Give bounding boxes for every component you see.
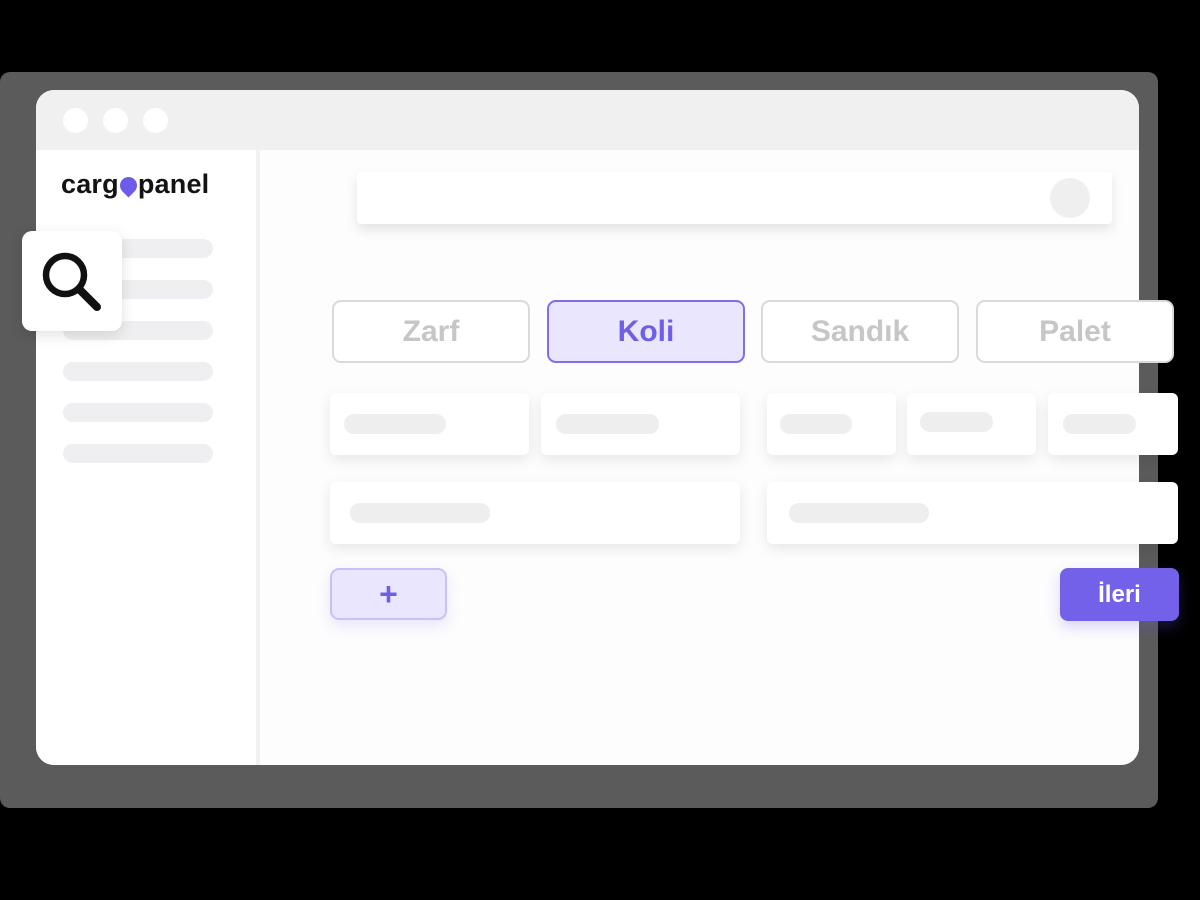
field-placeholder-bar xyxy=(789,503,929,523)
form-field[interactable] xyxy=(1048,393,1178,455)
form-field[interactable] xyxy=(767,393,896,455)
field-placeholder-bar xyxy=(556,414,659,434)
field-placeholder-bar xyxy=(780,414,852,434)
sidebar-item-placeholder[interactable] xyxy=(63,444,213,463)
form-field[interactable] xyxy=(907,393,1036,455)
window-titlebar xyxy=(36,90,1139,150)
form-field[interactable] xyxy=(330,482,740,544)
add-button[interactable]: + xyxy=(330,568,447,620)
form-field[interactable] xyxy=(330,393,529,455)
form-field[interactable] xyxy=(767,482,1178,544)
window-control-dot[interactable] xyxy=(143,108,168,133)
field-placeholder-bar xyxy=(344,414,446,434)
search-icon xyxy=(42,252,101,311)
field-placeholder-bar xyxy=(350,503,490,523)
window-control-dot[interactable] xyxy=(63,108,88,133)
header-bar[interactable] xyxy=(357,172,1112,224)
tab-palet[interactable]: Palet xyxy=(976,300,1174,363)
window-control-dot[interactable] xyxy=(103,108,128,133)
tab-sandik[interactable]: Sandık xyxy=(761,300,959,363)
field-placeholder-bar xyxy=(920,412,993,432)
main-content-area xyxy=(260,150,1139,765)
sidebar-item-placeholder[interactable] xyxy=(63,362,213,381)
next-button[interactable]: İleri xyxy=(1060,568,1179,621)
tab-koli[interactable]: Koli xyxy=(547,300,745,363)
field-placeholder-bar xyxy=(1063,414,1136,434)
search-button[interactable] xyxy=(22,231,122,331)
location-pin-icon xyxy=(116,173,141,198)
logo-text-end: panel xyxy=(137,169,210,199)
sidebar-item-placeholder[interactable] xyxy=(63,403,213,422)
tab-zarf[interactable]: Zarf xyxy=(332,300,530,363)
logo-text-start: carg xyxy=(61,169,119,199)
avatar[interactable] xyxy=(1050,178,1090,218)
form-field[interactable] xyxy=(541,393,740,455)
cargopanel-logo[interactable]: carg panel xyxy=(61,169,209,200)
